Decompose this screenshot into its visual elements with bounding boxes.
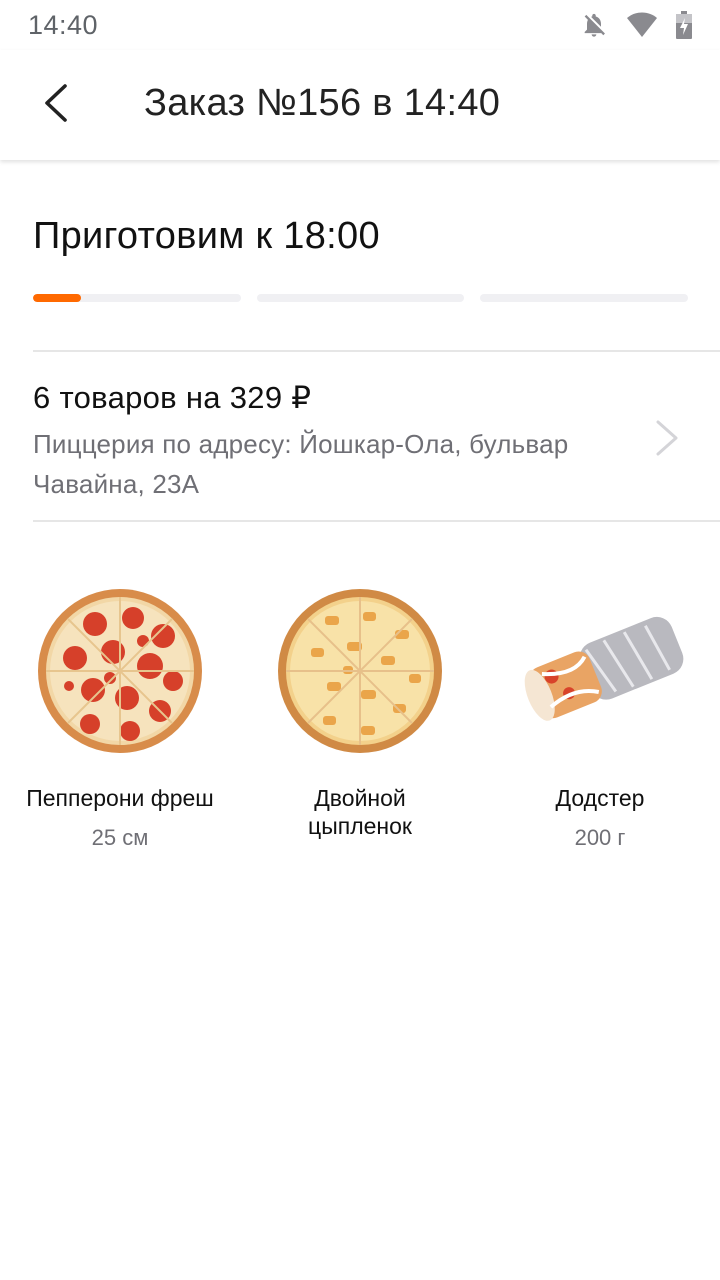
- chevron-right-icon: [652, 418, 682, 458]
- product-size: 25 см: [91, 825, 149, 850]
- status-time: 14:40: [28, 9, 99, 40]
- order-summary-row[interactable]: 6 товаров на 329 ₽ Пиццерия по адресу: Й…: [0, 352, 720, 520]
- ready-time-title: Приготовим к 18:00: [33, 215, 380, 257]
- chicken-pizza-image: [275, 586, 445, 756]
- product-name: Додстер: [555, 785, 645, 811]
- progress-step-2: [256, 294, 465, 302]
- divider: [33, 520, 720, 522]
- app-bar: Заказ №156 в 14:40: [0, 50, 720, 160]
- status-bar: 14:40: [0, 0, 720, 50]
- order-progress: [33, 294, 689, 302]
- product-size: 200 г: [574, 825, 626, 850]
- dodster-wrap-image: [515, 586, 685, 756]
- order-summary-title: 6 товаров на 329 ₽: [33, 380, 312, 415]
- progress-step-1: [33, 294, 241, 302]
- pepperoni-pizza-image: [35, 586, 205, 756]
- status-icons: [580, 11, 692, 39]
- back-button[interactable]: [28, 75, 84, 135]
- wifi-icon: [626, 12, 658, 38]
- pizzeria-address: Пиццерия по адресу: Йошкар-Ола, бульвар …: [33, 429, 569, 499]
- product-name: Двойной цыпленок: [308, 785, 412, 839]
- notifications-off-icon: [580, 11, 608, 39]
- battery-charging-icon: [676, 11, 692, 39]
- product-list: Пепперони фреш 25 см Двойной цыпленок До…: [0, 580, 720, 870]
- progress-step-1-fill: [33, 294, 81, 302]
- progress-step-3: [480, 294, 689, 302]
- page-title: Заказ №156 в 14:40: [144, 82, 501, 124]
- back-arrow-icon: [41, 83, 71, 128]
- product-name: Пепперони фреш: [26, 785, 214, 811]
- order-screen: 14:40 Заказ №156 в 14:40 Приготовим к 18…: [0, 0, 720, 1280]
